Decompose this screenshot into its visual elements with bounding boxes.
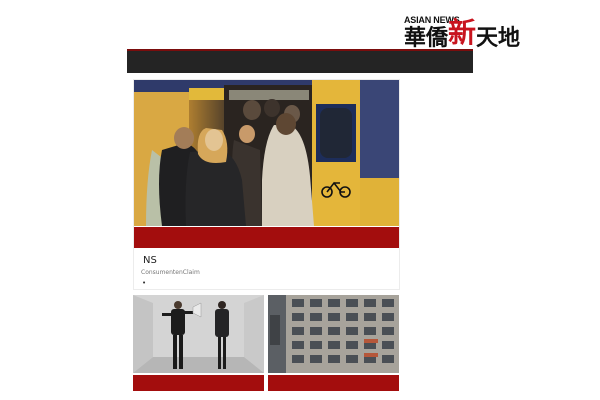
apartment-building-photo: [268, 295, 399, 373]
article-category-bar: [268, 375, 399, 391]
site-logo[interactable]: ASIAN NEWS 華僑新天地: [404, 13, 532, 52]
featured-article-card[interactable]: NS ConsumentenClaim •: [133, 79, 400, 290]
featured-article-title[interactable]: NS: [143, 255, 157, 266]
logo-cn-end: 天地: [476, 26, 521, 51]
commuters-boarding-train-photo: [134, 80, 399, 226]
featured-bullet: •: [142, 279, 147, 287]
featured-category-bar: [134, 227, 399, 248]
featured-photo[interactable]: [134, 80, 399, 226]
megaphone-man-woman-photo: [133, 295, 264, 373]
article-card[interactable]: [133, 295, 264, 400]
featured-article-source: ConsumentenClaim: [141, 269, 200, 276]
logo-cn-accent: 新: [448, 16, 477, 49]
article-photo[interactable]: [133, 295, 264, 373]
main-navigation-bar[interactable]: [127, 49, 473, 73]
article-card[interactable]: [268, 295, 399, 400]
article-category-bar: [133, 375, 264, 391]
logo-cn-start: 華僑: [404, 26, 449, 51]
logo-chinese-text: 華僑新天地: [404, 16, 521, 52]
article-photo[interactable]: [268, 295, 399, 373]
